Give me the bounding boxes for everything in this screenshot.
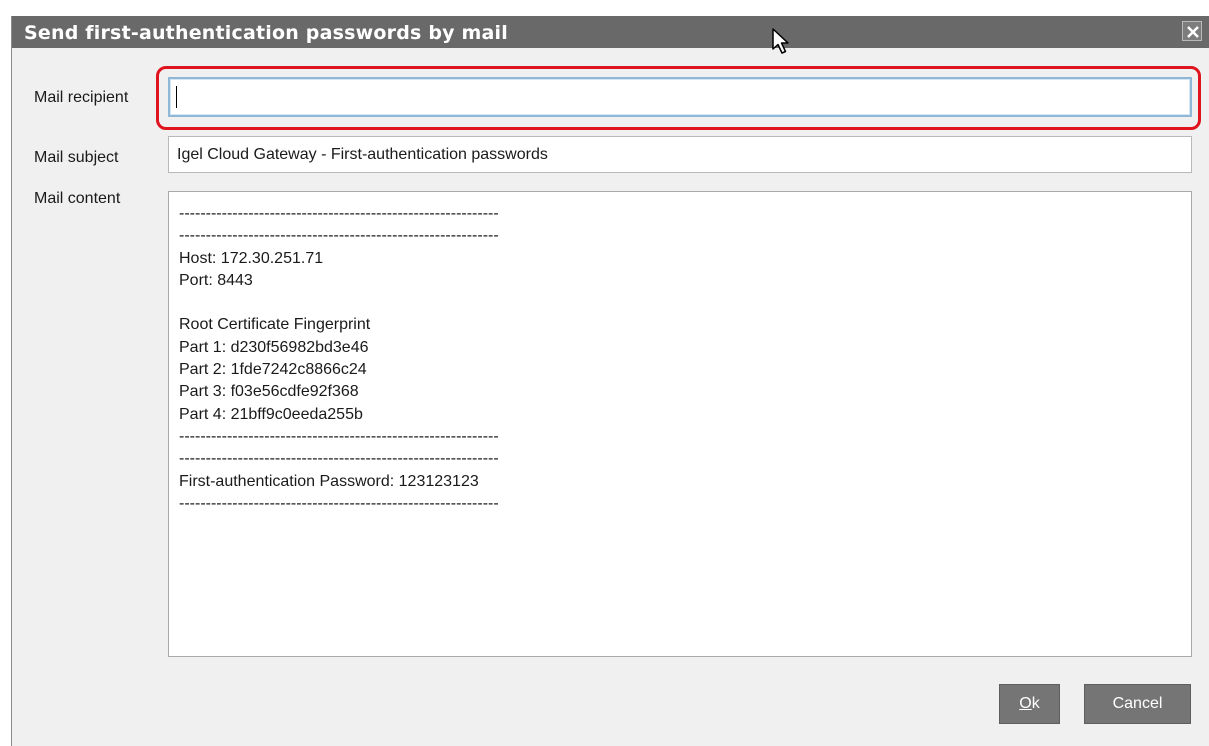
content-line: ----------------------------------------… <box>179 494 499 512</box>
mail-recipient-input[interactable] <box>168 77 1192 117</box>
content-line: Port: 8443 <box>179 271 253 289</box>
close-button[interactable] <box>1182 21 1202 41</box>
dialog-title: Send first-authentication passwords by m… <box>24 22 508 44</box>
mail-content-label: Mail content <box>34 190 121 207</box>
content-line: Part 1: d230f56982bd3e46 <box>179 338 369 356</box>
text-caret <box>176 86 177 108</box>
content-line: Part 4: 21bff9c0eeda255b <box>179 405 363 423</box>
content-line: Root Certificate Fingerprint <box>179 316 371 334</box>
content-line <box>179 292 1191 314</box>
content-line: ----------------------------------------… <box>179 427 499 445</box>
close-icon <box>1187 26 1199 38</box>
dialog-titlebar[interactable]: Send first-authentication passwords by m… <box>12 16 1209 48</box>
background-strip <box>0 0 1209 16</box>
send-passwords-dialog: Send first-authentication passwords by m… <box>11 16 1209 746</box>
content-line: ----------------------------------------… <box>179 450 499 468</box>
mouse-pointer-icon <box>772 28 792 61</box>
ok-label: k <box>1031 695 1040 712</box>
mail-subject-input[interactable]: Igel Cloud Gateway - First-authenticatio… <box>168 136 1192 173</box>
mail-subject-label: Mail subject <box>34 149 119 166</box>
mail-recipient-label: Mail recipient <box>34 89 129 106</box>
content-line: First-authentication Password: 123123123 <box>179 472 479 490</box>
cancel-button[interactable]: Cancel <box>1084 684 1191 724</box>
content-line: Host: 172.30.251.71 <box>179 249 324 267</box>
mail-content-textarea[interactable]: ----------------------------------------… <box>168 191 1192 657</box>
content-line: ----------------------------------------… <box>179 227 499 245</box>
ok-mnemonic: O <box>1019 695 1032 712</box>
content-line: Part 2: 1fde7242c8866c24 <box>179 361 367 379</box>
ok-button[interactable]: Ok <box>999 684 1060 724</box>
content-line: Part 3: f03e56cdfe92f368 <box>179 383 359 401</box>
content-line: ----------------------------------------… <box>179 205 499 222</box>
